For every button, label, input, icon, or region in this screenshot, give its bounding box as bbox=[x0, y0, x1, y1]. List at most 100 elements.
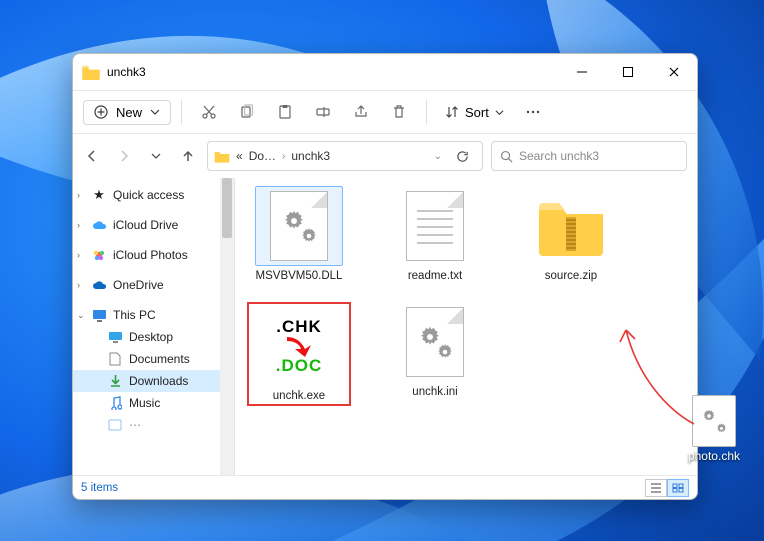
nav-downloads[interactable]: Downloads bbox=[73, 370, 234, 392]
file-label: MSVBVM50.DLL bbox=[256, 270, 343, 282]
nav-label: iCloud Photos bbox=[113, 248, 188, 262]
command-bar: New Sort bbox=[73, 90, 697, 134]
music-icon bbox=[107, 395, 123, 411]
new-button-label: New bbox=[116, 105, 142, 120]
nav-documents[interactable]: Documents bbox=[73, 348, 234, 370]
clipboard-icon bbox=[277, 104, 293, 120]
share-button[interactable] bbox=[344, 97, 378, 127]
file-thumbnail bbox=[391, 302, 479, 382]
chevron-down-icon[interactable]: ⌄ bbox=[434, 151, 442, 162]
breadcrumb-2[interactable]: unchk3 bbox=[291, 149, 330, 163]
chk-file-icon bbox=[692, 395, 736, 447]
nav-desktop[interactable]: Desktop bbox=[73, 326, 234, 348]
sort-button[interactable]: Sort bbox=[437, 101, 512, 124]
window-controls bbox=[559, 54, 697, 90]
documents-icon bbox=[107, 351, 123, 367]
file-label: unchk.ini bbox=[412, 386, 457, 398]
desktop-icon bbox=[107, 329, 123, 345]
scrollbar-thumb[interactable] bbox=[222, 178, 232, 238]
minimize-button[interactable] bbox=[559, 54, 605, 90]
file-item[interactable]: source.zip bbox=[519, 186, 623, 282]
nav-this-pc[interactable]: ⌄This PC bbox=[73, 304, 234, 326]
file-thumbnail bbox=[391, 186, 479, 266]
file-item[interactable]: readme.txt bbox=[383, 186, 487, 282]
copy-button[interactable] bbox=[230, 97, 264, 127]
new-button[interactable]: New bbox=[83, 100, 171, 125]
search-box[interactable]: Search unchk3 bbox=[491, 141, 687, 171]
search-placeholder: Search unchk3 bbox=[519, 149, 599, 163]
paste-button[interactable] bbox=[268, 97, 302, 127]
forward-button[interactable] bbox=[115, 147, 133, 165]
file-thumbnail bbox=[527, 186, 615, 266]
up-button[interactable] bbox=[179, 147, 197, 165]
nav-label: iCloud Drive bbox=[113, 218, 178, 232]
folder-icon bbox=[214, 149, 230, 163]
nav-arrows bbox=[83, 147, 197, 165]
nav-onedrive[interactable]: ›OneDrive bbox=[73, 274, 234, 296]
status-bar: 5 items bbox=[73, 475, 697, 499]
address-row: « Do… › unchk3 ⌄ Search unchk3 bbox=[73, 134, 697, 178]
file-item[interactable]: MSVBVM50.DLL bbox=[247, 186, 351, 282]
nav-label: OneDrive bbox=[113, 278, 164, 292]
refresh-button[interactable] bbox=[448, 150, 476, 163]
breadcrumb-1[interactable]: Do… bbox=[249, 149, 276, 163]
window-title: unchk3 bbox=[107, 65, 146, 79]
desktop-file-label: photo.chk bbox=[688, 449, 740, 463]
nav-label: Downloads bbox=[129, 374, 188, 388]
nav-pictures[interactable]: ⋯ bbox=[73, 414, 234, 436]
delete-button[interactable] bbox=[382, 97, 416, 127]
explorer-window: unchk3 New Sort bbox=[72, 53, 698, 500]
nav-label: ⋯ bbox=[129, 418, 141, 432]
nav-scrollbar[interactable] bbox=[220, 178, 234, 475]
chevron-down-icon bbox=[150, 107, 160, 117]
navigation-pane: ›★Quick access ›iCloud Drive ›iCloud Pho… bbox=[73, 178, 235, 475]
close-button[interactable] bbox=[651, 54, 697, 90]
chevron-down-icon bbox=[495, 108, 504, 117]
sort-icon bbox=[445, 105, 459, 119]
recent-locations-button[interactable] bbox=[147, 147, 165, 165]
file-thumbnail bbox=[255, 186, 343, 266]
photos-icon bbox=[91, 247, 107, 263]
share-icon bbox=[353, 104, 369, 120]
back-button[interactable] bbox=[83, 147, 101, 165]
chevron-right-icon: › bbox=[282, 151, 285, 162]
nav-label: Documents bbox=[129, 352, 190, 366]
file-label: readme.txt bbox=[408, 270, 462, 282]
trash-icon bbox=[391, 104, 407, 120]
address-bar[interactable]: « Do… › unchk3 ⌄ bbox=[207, 141, 483, 171]
pc-icon bbox=[91, 307, 107, 323]
ellipsis-icon bbox=[525, 104, 541, 120]
icons-view-button[interactable] bbox=[667, 479, 689, 497]
file-item[interactable]: .CHK .DOC unchk.exe bbox=[247, 302, 351, 406]
cloud-icon bbox=[91, 217, 107, 233]
file-label: unchk.exe bbox=[273, 390, 325, 402]
nav-icloud-photos[interactable]: ›iCloud Photos bbox=[73, 244, 234, 266]
toolbar-separator bbox=[426, 100, 427, 124]
nav-label: Music bbox=[129, 396, 160, 410]
plus-circle-icon bbox=[94, 105, 108, 119]
breadcrumb-prefix: « bbox=[236, 149, 243, 163]
desktop-file-photo-chk[interactable]: photo.chk bbox=[688, 395, 740, 463]
details-view-button[interactable] bbox=[645, 479, 667, 497]
rename-button[interactable] bbox=[306, 97, 340, 127]
view-toggle bbox=[645, 479, 689, 497]
titlebar: unchk3 bbox=[73, 54, 697, 90]
star-icon: ★ bbox=[91, 187, 107, 203]
toolbar-separator bbox=[181, 100, 182, 124]
window-body: ›★Quick access ›iCloud Drive ›iCloud Pho… bbox=[73, 178, 697, 475]
nav-label: Quick access bbox=[113, 188, 184, 202]
file-item[interactable]: unchk.ini bbox=[383, 302, 487, 406]
copy-icon bbox=[239, 104, 255, 120]
sort-button-label: Sort bbox=[465, 105, 489, 120]
search-icon bbox=[500, 150, 513, 163]
nav-quick-access[interactable]: ›★Quick access bbox=[73, 184, 234, 206]
pictures-icon bbox=[107, 417, 123, 433]
more-button[interactable] bbox=[516, 97, 550, 127]
nav-icloud-drive[interactable]: ›iCloud Drive bbox=[73, 214, 234, 236]
onedrive-icon bbox=[91, 277, 107, 293]
nav-music[interactable]: Music bbox=[73, 392, 234, 414]
files-area[interactable]: MSVBVM50.DLL readme.txt source.zip .CHK … bbox=[235, 178, 697, 475]
cut-button[interactable] bbox=[192, 97, 226, 127]
folder-icon bbox=[81, 64, 101, 80]
maximize-button[interactable] bbox=[605, 54, 651, 90]
